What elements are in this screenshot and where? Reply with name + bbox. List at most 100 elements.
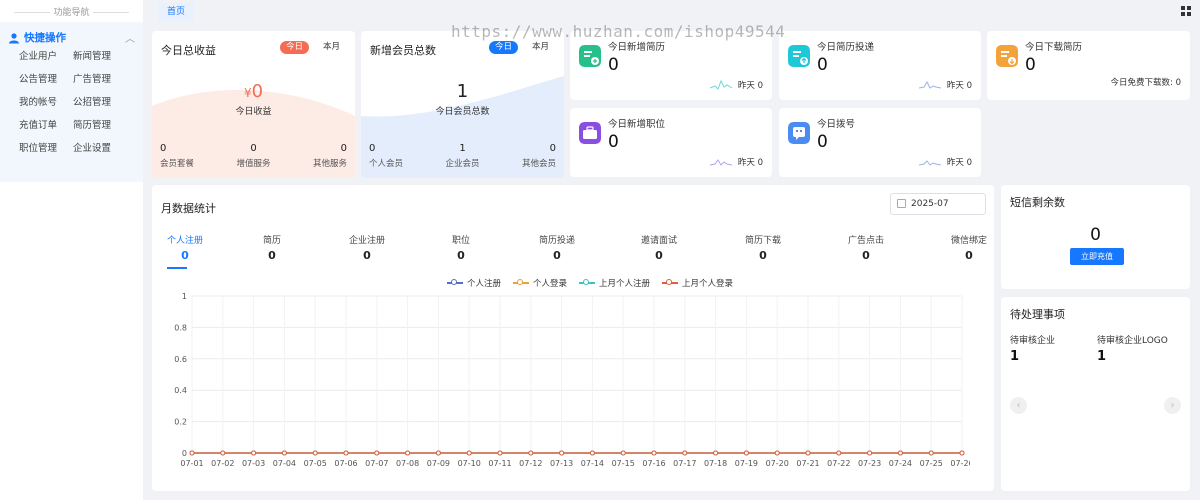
x-tick-label: 07-11 [488,459,511,468]
data-point [774,450,780,456]
metric-jobs[interactable]: 职位 0 [431,233,491,262]
month-picker-input[interactable]: 2025-07 [890,193,986,215]
resume-download-icon [996,45,1018,67]
income-title: 今日总收益 [161,44,216,57]
monthly-line-chart: 0 0.2 0.4 0.6 0.8 1 07-01 07-02 07-03 07-04 07-05 0… [174,292,970,468]
legend-item[interactable]: 个人登录 [513,277,567,289]
metric-wechat-bind[interactable]: 微信绑定 0 [939,233,994,262]
members-month-toggle[interactable]: 本月 [526,41,555,54]
y-tick-label: 0 [182,449,187,458]
quick-item-ads[interactable]: 广告管理 [73,73,127,86]
metric-ad-clicks[interactable]: 广告点击 0 [836,233,896,262]
quick-item-enterprise-users[interactable]: 企业用户 [19,50,73,63]
data-point [897,450,903,456]
stat-label: 今日简历投递 [817,42,875,53]
y-tick-label: 1 [182,292,187,301]
quick-item-recharge-orders[interactable]: 充值订单 [19,119,73,132]
data-point [435,450,441,456]
quick-item-my-account[interactable]: 我的帐号 [19,96,73,109]
y-tick-label: 0.8 [174,323,187,332]
quick-actions-header[interactable]: 快捷操作 [8,30,66,45]
x-tick-label: 07-24 [889,459,912,468]
chevron-left-icon[interactable]: ‹ [1010,397,1027,414]
legend-item[interactable]: 上月个人登录 [662,277,733,289]
data-point [713,450,719,456]
yesterday-value: 昨天 0 [737,81,763,91]
quick-actions-title: 快捷操作 [24,32,66,44]
x-tick-label: 07-25 [920,459,943,468]
currency-symbol: ¥ [243,86,252,100]
members-title: 新增会员总数 [370,44,436,57]
data-point [189,450,195,456]
y-tick-label: 0.6 [174,355,187,364]
data-point [620,450,626,456]
x-tick-label: 07-07 [365,459,388,468]
monthly-title: 月数据统计 [161,202,216,215]
income-stat: 0 增值服务 [236,143,271,169]
sparkline [710,79,732,90]
data-point [497,450,503,456]
quick-item-public-recruit[interactable]: 公招管理 [73,96,127,109]
legend-item[interactable]: 个人注册 [447,277,501,289]
data-point [867,450,873,456]
chat-icon [788,122,810,144]
income-value: 0 [251,81,264,102]
grid-menu-icon[interactable] [1181,6,1191,16]
metric-resume-downloads[interactable]: 简历下载 0 [733,233,793,262]
quick-item-news[interactable]: 新闻管理 [73,50,127,63]
members-value: 1 [456,81,469,102]
chevron-up-icon[interactable]: ︿ [125,30,135,45]
recharge-button[interactable]: 立即充值 [1070,248,1124,265]
x-tick-label: 07-02 [211,459,234,468]
data-point [836,450,842,456]
metric-resumes[interactable]: 简历 0 [242,233,302,262]
x-tick-label: 07-23 [858,459,881,468]
yesterday-value: 昨天 0 [946,158,972,168]
x-tick-label: 07-01 [180,459,203,468]
pending-item[interactable]: 待审核企业 1 [1010,333,1055,364]
x-tick-label: 07-14 [581,459,604,468]
metric-enterprise-register[interactable]: 企业注册 0 [337,233,397,262]
metric-interview-invites[interactable]: 邀请面试 0 [629,233,689,262]
pending-item[interactable]: 待审核企业LOGO 1 [1097,333,1168,364]
yesterday-value: 昨天 0 [946,81,972,91]
income-stat: 0 其他服务 [312,143,347,169]
quick-item-notices[interactable]: 公告管理 [19,73,73,86]
data-point [528,450,534,456]
dial-count-card: 今日拨号 0 昨天 0 [779,108,981,177]
quick-item-jobs[interactable]: 职位管理 [19,142,73,155]
income-month-toggle[interactable]: 本月 [317,41,346,54]
nav-title: 功能导航 [0,5,143,18]
x-tick-label: 07-19 [735,459,758,468]
resume-deliveries-card: 今日简历投递 0 昨天 0 [779,31,981,100]
x-tick-label: 07-20 [766,459,789,468]
x-tick-label: 07-09 [427,459,450,468]
data-point [312,450,318,456]
data-point [805,450,811,456]
quick-actions-panel: 快捷操作 ︿ 企业用户 新闻管理 公告管理 广告管理 我的帐号 公招管理 充值订… [0,22,143,182]
new-jobs-card: 今日新增职位 0 昨天 0 [570,108,772,177]
sparkline [919,160,941,166]
pending-tasks-card: 待处理事项 待审核企业 1 待审核企业LOGO 1 ‹ › [1001,297,1190,491]
resume-add-icon [579,45,601,67]
x-tick-label: 07-17 [673,459,696,468]
metric-personal-register[interactable]: 个人注册 0 [155,233,215,262]
chevron-right-icon[interactable]: › [1164,397,1181,414]
tab-home[interactable]: 首页 [158,3,194,21]
members-card: 新增会员总数 今日 本月 1 今日会员总数 0 个人会员 1 企业会员 0 其他会员 [361,31,564,178]
quick-item-enterprise-settings[interactable]: 企业设置 [73,142,127,155]
resume-send-icon [788,45,810,67]
income-label: 今日收益 [235,107,272,117]
x-tick-label: 07-05 [304,459,327,468]
data-point [682,450,688,456]
x-tick-label: 07-10 [458,459,481,468]
income-today-toggle[interactable]: 今日 [279,41,309,54]
legend-item[interactable]: 上月个人注册 [579,277,650,289]
metric-resume-deliveries[interactable]: 简历投递 0 [527,233,587,262]
month-value: 2025-07 [911,199,949,209]
stat-value: 0 [817,132,828,152]
members-today-toggle[interactable]: 今日 [488,41,518,54]
quick-item-resumes[interactable]: 简历管理 [73,119,127,132]
active-metric-indicator [167,267,187,269]
calendar-icon [897,199,906,208]
